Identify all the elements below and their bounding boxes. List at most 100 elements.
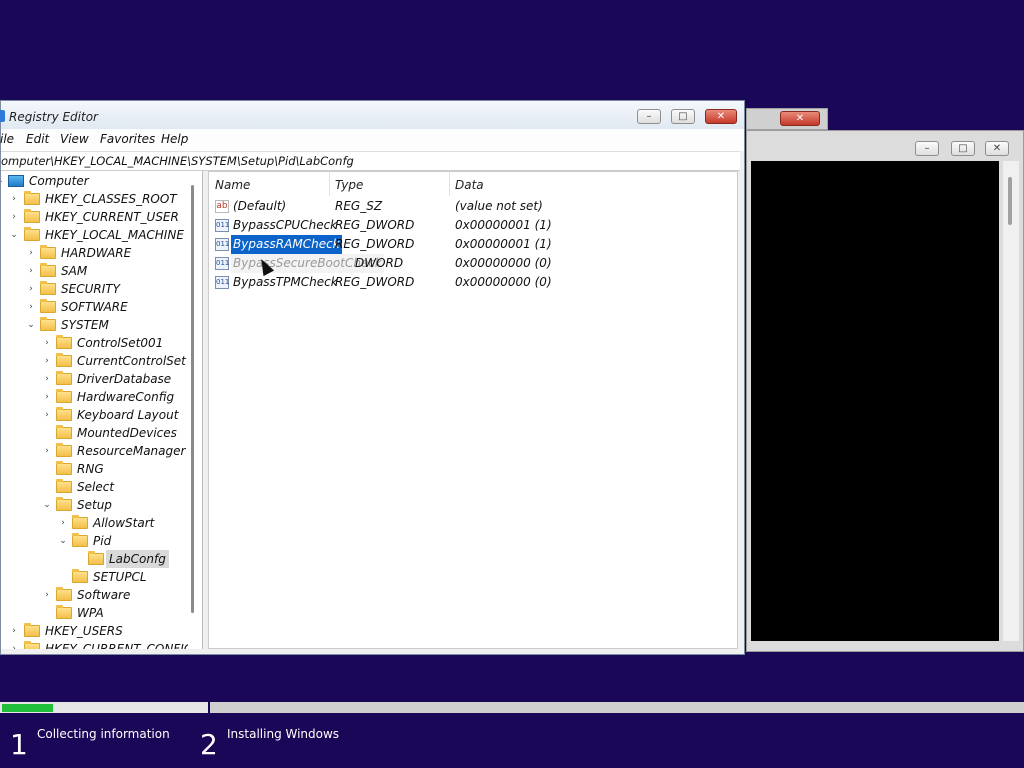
folder-icon (40, 281, 56, 295)
tree-label: ControlSet001 (77, 336, 164, 350)
tree-label: AllowStart (93, 516, 155, 530)
step-label: Collecting information (37, 727, 170, 741)
value-data: 0x00000000 (0) (455, 256, 552, 270)
computer-icon (8, 175, 24, 187)
value-row-bypasssecurebootcheck[interactable]: 011 BypassSecureBootCheck DWORD 0x000000… (209, 254, 737, 273)
menu-help[interactable]: Help (161, 132, 188, 146)
folder-icon (56, 353, 72, 367)
tree-label: ResourceManager (77, 444, 186, 458)
tree-label: SOFTWARE (61, 300, 128, 314)
chevron-down-icon[interactable]: ⌄ (58, 532, 68, 550)
step-number: 2 (200, 728, 218, 761)
menu-view[interactable]: View (60, 132, 89, 146)
console-minimize-button[interactable]: – (915, 141, 939, 156)
window-title: Registry Editor (9, 110, 98, 124)
chevron-down-icon[interactable]: ⌄ (26, 316, 36, 334)
chevron-right-icon[interactable]: › (42, 406, 52, 424)
value-row-default[interactable]: ab (Default) REG_SZ (value not set) (209, 197, 737, 216)
console-output[interactable] (751, 161, 999, 641)
folder-icon (56, 389, 72, 403)
tree-scroll-thumb[interactable] (191, 185, 194, 613)
folder-icon (72, 515, 88, 529)
value-name: BypassRAMCheck (230, 234, 343, 255)
chevron-right-icon[interactable]: › (42, 352, 52, 370)
tree-label: Pid (93, 534, 112, 548)
menu-bar: ile Edit View Favorites Help (0, 129, 744, 151)
chevron-down-icon[interactable]: ⌄ (42, 496, 52, 514)
tree-label: Software (77, 588, 131, 602)
value-type: REG_DWORD (335, 218, 415, 232)
folder-icon (56, 425, 72, 439)
folder-icon (72, 569, 88, 583)
console-close-button[interactable]: ✕ (985, 141, 1009, 156)
folder-icon (56, 335, 72, 349)
folder-icon (24, 209, 40, 223)
chevron-right-icon[interactable]: › (42, 442, 52, 460)
tree-label: MountedDevices (77, 426, 177, 440)
console-maximize-button[interactable]: □ (951, 141, 975, 156)
value-type: REG_SZ (335, 199, 383, 213)
value-type: REG_DWORD (335, 275, 415, 289)
chevron-right-icon[interactable]: › (42, 334, 52, 352)
column-header-type[interactable]: Type (335, 178, 363, 192)
chevron-right-icon[interactable]: › (9, 622, 19, 640)
chevron-right-icon[interactable]: › (42, 388, 52, 406)
close-button[interactable]: ✕ (705, 109, 737, 124)
folder-icon (72, 533, 88, 547)
column-header-name[interactable]: Name (215, 178, 250, 192)
console-scroll-thumb[interactable] (1008, 177, 1012, 225)
folder-icon (56, 605, 72, 619)
folder-icon (56, 443, 72, 457)
chevron-down-icon[interactable]: ⌄ (9, 226, 19, 244)
background-window-titlebar: ✕ (746, 108, 828, 130)
value-name: BypassCPUCheck (233, 218, 338, 232)
menu-edit[interactable]: Edit (26, 132, 49, 146)
chevron-right-icon[interactable]: › (26, 298, 36, 316)
chevron-right-icon[interactable]: › (58, 514, 68, 532)
menu-favorites[interactable]: Favorites (100, 132, 155, 146)
chevron-right-icon[interactable]: › (9, 190, 19, 208)
value-row-bypasstpmcheck[interactable]: 011 BypassTPMCheck REG_DWORD 0x00000000 … (209, 273, 737, 292)
value-name: (Default) (233, 199, 287, 213)
console-scrollbar[interactable] (1003, 161, 1019, 641)
registry-editor-titlebar[interactable]: Registry Editor – □ ✕ (0, 101, 744, 129)
tree-scrollbar[interactable] (188, 171, 200, 649)
tree-label: HardwareConfig (77, 390, 175, 404)
address-bar[interactable]: omputer\HKEY_LOCAL_MACHINE\SYSTEM\Setup\… (1, 151, 740, 171)
chevron-right-icon[interactable]: › (26, 280, 36, 298)
key-tree[interactable]: ⌄ Computer › HKEY_CLASSES_ROOT › HKEY_CU… (1, 171, 203, 649)
chevron-right-icon[interactable]: › (9, 640, 19, 649)
folder-icon (88, 551, 104, 565)
column-divider[interactable] (329, 172, 330, 196)
column-divider[interactable] (449, 172, 450, 196)
chevron-right-icon[interactable]: › (26, 262, 36, 280)
chevron-right-icon[interactable]: › (42, 586, 52, 604)
column-header-data[interactable]: Data (455, 178, 484, 192)
folder-icon (24, 191, 40, 205)
menu-file[interactable]: ile (0, 132, 14, 146)
folder-icon (40, 317, 56, 331)
step-number: 1 (10, 728, 28, 761)
chevron-right-icon[interactable]: › (26, 244, 36, 262)
tree-label: HKEY_CURRENT_USER (45, 210, 179, 224)
minimize-button[interactable]: – (637, 109, 661, 124)
chevron-down-icon[interactable]: ⌄ (1, 172, 5, 190)
value-row-bypassramcheck[interactable]: 011 BypassRAMCheck REG_DWORD 0x00000001 … (209, 234, 737, 255)
background-window-close-button[interactable]: ✕ (780, 111, 820, 126)
value-name: BypassTPMCheck (233, 275, 338, 289)
tree-label: SYSTEM (61, 318, 109, 332)
folder-icon (40, 263, 56, 277)
registry-editor-app-icon (0, 110, 5, 122)
tree-label: LabConfg (106, 550, 169, 568)
chevron-right-icon[interactable]: › (42, 370, 52, 388)
tree-label: Setup (77, 498, 112, 512)
folder-icon (56, 371, 72, 385)
dword-value-icon: 011 (215, 238, 229, 251)
tree-label: HKEY_LOCAL_MACHINE (45, 228, 184, 242)
value-row-bypasscpucheck[interactable]: 011 BypassCPUCheck REG_DWORD 0x00000001 … (209, 216, 737, 235)
tree-label: RNG (77, 462, 104, 476)
maximize-button[interactable]: □ (671, 109, 695, 124)
chevron-right-icon[interactable]: › (9, 208, 19, 226)
tree-label: Select (77, 480, 115, 494)
values-list[interactable]: Name Type Data ab (Default) REG_SZ (valu… (208, 171, 738, 649)
